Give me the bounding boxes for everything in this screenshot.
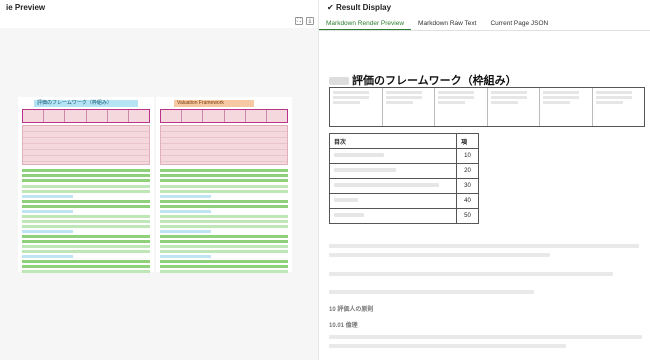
toc-highlight [22,125,150,165]
page-thumbnail-japanese[interactable]: 評価のフレームワーク（枠組み） [18,97,154,275]
document-preview-panel: ie Preview ⛶ ⤓ 評価のフレームワーク（枠組み） Valuation… [0,0,318,360]
markdown-render-area[interactable]: 評価のフレームワーク（枠組み） 目次 項 10 20 30 40 50 10 評… [319,32,650,360]
table-header-row: 目次 項 [329,133,479,149]
body-paragraph [329,335,645,353]
result-tabs: Markdown Render Preview Markdown Raw Tex… [319,17,650,31]
section-heading: 10 評価人の原則 [329,307,374,313]
page-title-highlight: 評価のフレームワーク（枠組み） [34,100,138,107]
table-row: 20 [329,163,479,179]
result-display-panel: ✔ Result Display Markdown Render Preview… [318,0,650,360]
page-heading: 評価のフレームワーク（枠組み） [329,72,517,88]
preview-title: ie Preview [6,3,46,12]
fullscreen-icon[interactable]: ⛶ [295,17,303,25]
tab-current-page-json[interactable]: Current Page JSON [483,17,555,30]
text-blocks-highlight [160,169,288,275]
body-paragraph [329,272,645,281]
toc-highlight [160,125,288,165]
toc-table: 目次 項 10 20 30 40 50 [329,133,479,224]
preview-toolbar: ⛶ ⤓ [295,17,314,25]
section-heading: 10.01 倫理 [329,323,358,329]
cover-table [329,87,645,127]
tab-markdown-render-preview[interactable]: Markdown Render Preview [319,17,412,30]
download-icon[interactable]: ⤓ [306,17,314,25]
table-row: 40 [329,193,479,209]
table-row: 30 [329,178,479,194]
cover-grid-highlight [22,109,150,123]
result-title: ✔ Result Display [327,3,392,12]
body-paragraph [329,290,645,299]
table-row: 50 [329,208,479,224]
toc-header-contents: 目次 [329,133,457,149]
text-blocks-highlight [22,169,150,275]
cover-grid-highlight [160,109,288,123]
check-icon: ✔ [327,3,334,12]
tab-markdown-raw-text[interactable]: Markdown Raw Text [411,17,483,30]
body-paragraph [329,244,645,262]
table-row: 10 [329,148,479,164]
page-title-highlight: Valuation Framework [174,100,254,107]
page-thumbnail-english[interactable]: Valuation Framework [156,97,292,275]
toc-header-section: 項 [456,133,479,149]
